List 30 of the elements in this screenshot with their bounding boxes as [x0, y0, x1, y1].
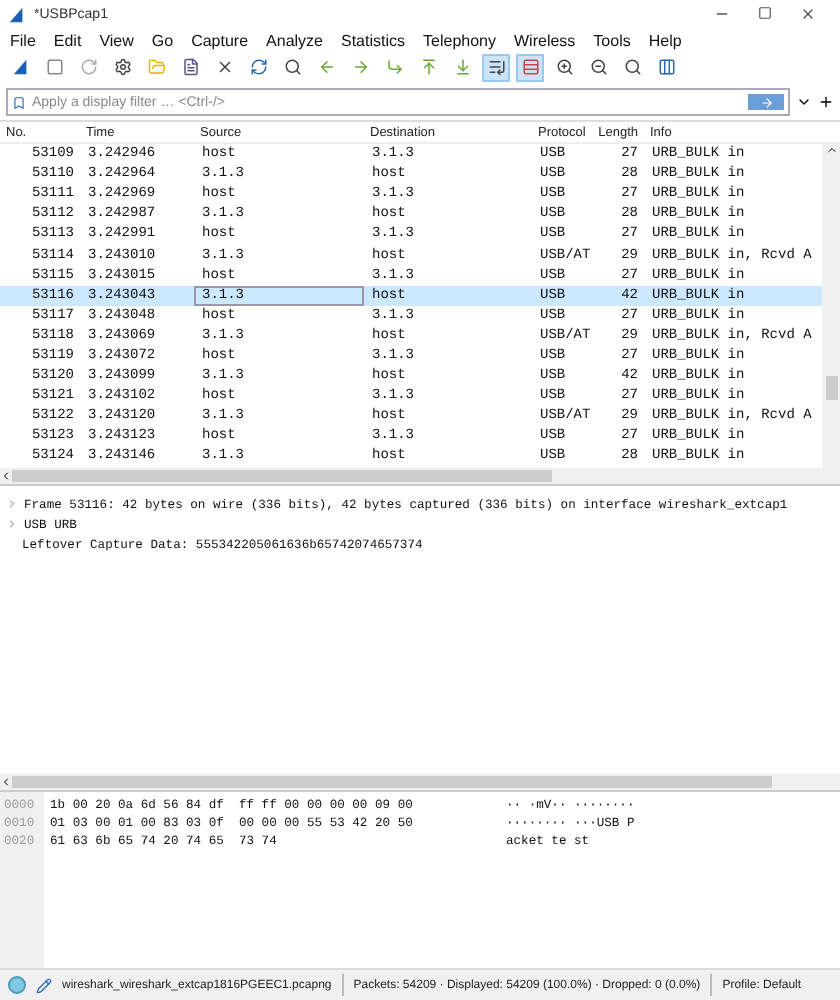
scrollbar-thumb[interactable] [825, 376, 837, 400]
menu-item[interactable]: Analyze [266, 31, 323, 49]
close-icon[interactable] [800, 6, 816, 22]
menu-item[interactable]: Edit [53, 31, 82, 49]
scrollbar-thumb[interactable] [12, 776, 772, 788]
pencil-icon[interactable] [36, 977, 52, 993]
horizontal-scrollbar[interactable] [0, 774, 840, 790]
bookmark-icon[interactable] [12, 95, 26, 109]
menu-item[interactable]: Tools [593, 31, 631, 49]
menu-item[interactable]: Go [151, 31, 174, 49]
menu-item[interactable]: Capture [191, 31, 249, 49]
status-indicator-icon[interactable] [8, 976, 26, 994]
fin-icon [8, 5, 26, 23]
autoscroll-icon[interactable] [482, 53, 510, 81]
add-icon[interactable] [818, 94, 834, 110]
scroll-left-icon[interactable] [0, 776, 12, 788]
dropdown-caret-icon[interactable] [796, 94, 812, 110]
menu-item[interactable]: View [99, 31, 134, 49]
menu-item[interactable]: Statistics [341, 31, 406, 49]
vertical-scrollbar[interactable] [822, 144, 840, 468]
menu-item[interactable]: Wireless [514, 31, 576, 49]
scroll-left-icon[interactable] [0, 470, 12, 482]
horizontal-scrollbar[interactable] [0, 468, 840, 484]
scrollbar-thumb[interactable] [12, 470, 552, 482]
menu-item[interactable]: File [10, 31, 36, 49]
scroll-up-icon[interactable] [825, 144, 837, 156]
maximize-icon[interactable] [758, 6, 772, 20]
menu-item[interactable]: Help [648, 31, 682, 49]
colorize-icon[interactable] [516, 53, 544, 81]
menu-item[interactable]: Telephony [423, 31, 496, 49]
